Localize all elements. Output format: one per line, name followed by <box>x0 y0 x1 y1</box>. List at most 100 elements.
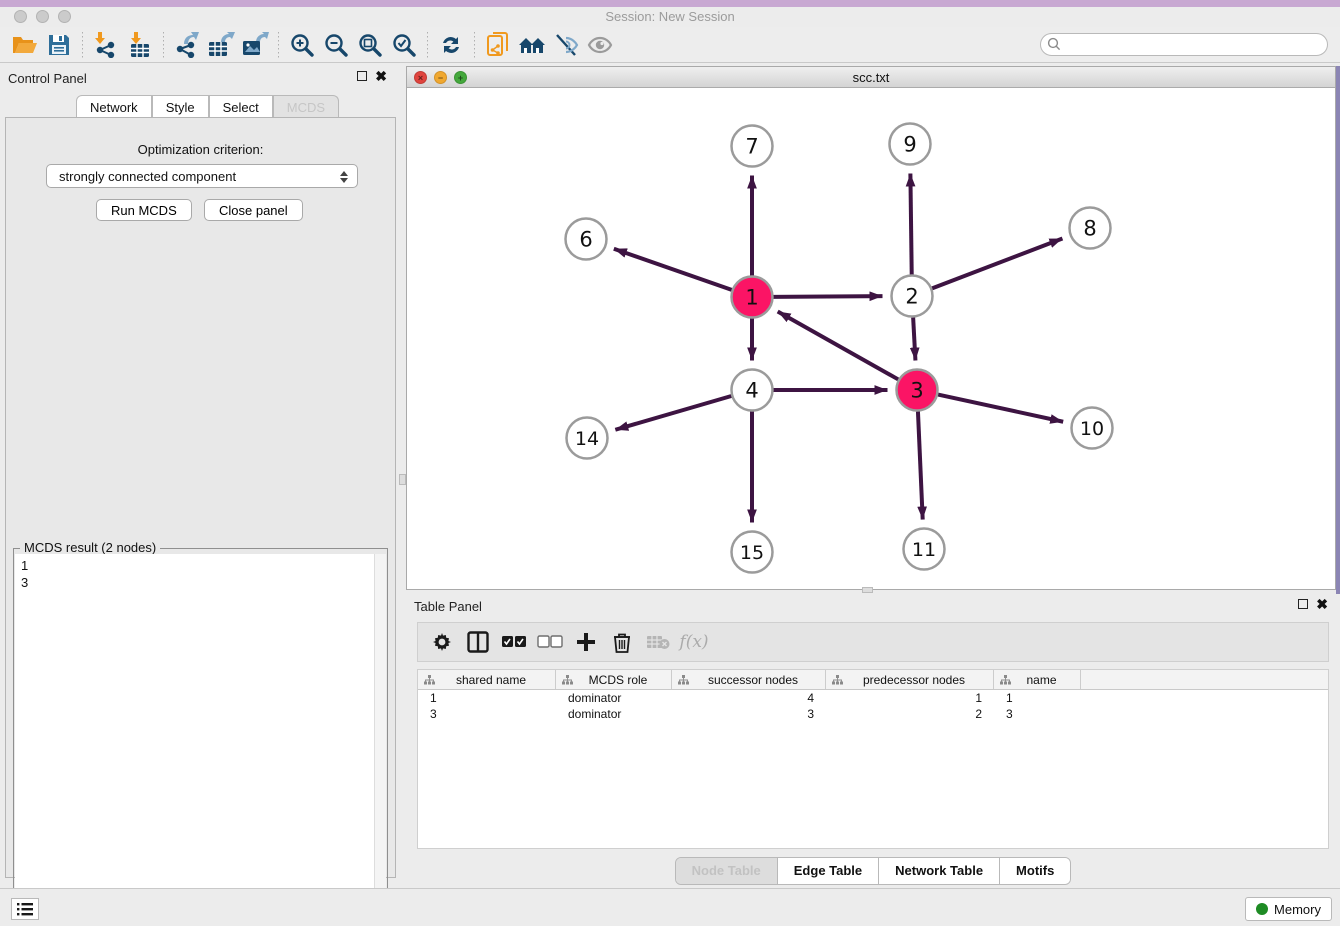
zoom-in-icon[interactable] <box>285 30 319 60</box>
delete-column-icon[interactable] <box>606 627 638 657</box>
table-cell[interactable]: dominator <box>556 690 672 706</box>
graph-node-label: 10 <box>1080 418 1104 440</box>
table-header-row: shared nameMCDS rolesuccessor nodesprede… <box>418 670 1328 690</box>
background-window-edge <box>1336 66 1340 595</box>
export-network-icon[interactable] <box>170 30 204 60</box>
delete-table-icon[interactable] <box>642 627 674 657</box>
float-panel-icon[interactable] <box>1298 599 1308 609</box>
mcds-result-list[interactable]: 1 3 <box>15 554 374 924</box>
save-session-icon[interactable] <box>42 30 76 60</box>
export-image-icon[interactable] <box>238 30 272 60</box>
tab-network-table[interactable]: Network Table <box>879 858 1000 884</box>
edge-1-6[interactable] <box>614 249 732 290</box>
edge-3-11[interactable] <box>918 411 923 519</box>
float-panel-icon[interactable] <box>357 71 367 81</box>
deselect-all-checkboxes-icon[interactable] <box>534 627 566 657</box>
application-window: Session: New Session <box>0 0 1340 926</box>
table-cell[interactable]: 3 <box>672 706 826 722</box>
table-cell[interactable]: dominator <box>556 706 672 722</box>
table-cell[interactable]: 1 <box>826 690 994 706</box>
edge-2-9[interactable] <box>910 173 911 274</box>
table-panel-buttons: ✖ <box>1298 599 1328 609</box>
edge-4-14[interactable] <box>615 396 731 430</box>
table-cell[interactable]: 2 <box>826 706 994 722</box>
export-table-icon[interactable] <box>204 30 238 60</box>
add-column-icon[interactable] <box>570 627 602 657</box>
import-network-icon[interactable] <box>89 30 123 60</box>
vertical-splitter-handle[interactable] <box>399 474 406 485</box>
run-mcds-button[interactable]: Run MCDS <box>96 199 192 221</box>
control-panel-titlebar: Control Panel ✖ <box>0 66 401 92</box>
column-header-successor-nodes[interactable]: successor nodes <box>672 670 826 689</box>
tab-style[interactable]: Style <box>152 95 209 118</box>
function-builder-icon[interactable]: f(x) <box>678 627 710 657</box>
table-row[interactable]: 1dominator411 <box>418 690 1328 706</box>
table-cell[interactable]: 1 <box>994 690 1081 706</box>
tab-edge-table[interactable]: Edge Table <box>778 858 879 884</box>
graph-node-label: 4 <box>745 379 758 403</box>
column-header-name[interactable]: name <box>994 670 1081 689</box>
table-cell[interactable]: 3 <box>418 706 556 722</box>
table-panel-tabs: Node Table Edge Table Network Table Moti… <box>406 856 1340 886</box>
optimization-criterion-value: strongly connected component <box>59 169 236 184</box>
task-history-button[interactable] <box>11 898 39 920</box>
select-all-checkboxes-icon[interactable] <box>498 627 530 657</box>
edge-2-8[interactable] <box>932 239 1062 289</box>
table-body: 1dominator4113dominator323 <box>418 690 1328 722</box>
search-input[interactable] <box>1040 33 1328 56</box>
hide-selected-icon[interactable] <box>549 30 583 60</box>
toolbar-separator <box>427 32 428 58</box>
close-panel-icon[interactable]: ✖ <box>375 71 387 81</box>
tab-network[interactable]: Network <box>76 95 152 118</box>
list-icon <box>17 903 33 916</box>
tab-mcds[interactable]: MCDS <box>273 95 339 118</box>
search-field-wrap <box>1040 33 1328 56</box>
open-file-icon[interactable] <box>8 30 42 60</box>
edge-2-3[interactable] <box>913 317 915 360</box>
new-network-from-selection-icon[interactable] <box>481 30 515 60</box>
table-cell[interactable]: 1 <box>418 690 556 706</box>
toolbar-separator <box>474 32 475 58</box>
edge-1-2[interactable] <box>773 296 882 297</box>
settings-icon[interactable] <box>426 627 458 657</box>
memory-button[interactable]: Memory <box>1245 897 1332 921</box>
close-panel-icon[interactable]: ✖ <box>1316 599 1328 609</box>
node-table[interactable]: shared nameMCDS rolesuccessor nodesprede… <box>417 669 1329 849</box>
column-layout-icon[interactable] <box>462 627 494 657</box>
table-panel-titlebar: Table Panel ✖ <box>406 594 1340 619</box>
network-window-titlebar[interactable]: × − + scc.txt <box>407 67 1335 88</box>
table-row[interactable]: 3dominator323 <box>418 706 1328 722</box>
table-cell[interactable]: 4 <box>672 690 826 706</box>
edge-3-10[interactable] <box>938 395 1063 422</box>
first-neighbors-icon[interactable] <box>515 30 549 60</box>
edge-3-1[interactable] <box>778 311 899 379</box>
horizontal-splitter-handle[interactable] <box>862 587 873 593</box>
tab-motifs[interactable]: Motifs <box>1000 858 1070 884</box>
column-type-icon <box>678 675 689 685</box>
column-header-shared-name[interactable]: shared name <box>418 670 556 689</box>
import-table-icon[interactable] <box>123 30 157 60</box>
show-all-icon[interactable] <box>583 30 617 60</box>
toolbar-separator <box>82 32 83 58</box>
zoom-fit-icon[interactable] <box>353 30 387 60</box>
zoom-out-icon[interactable] <box>319 30 353 60</box>
column-header-predecessor-nodes[interactable]: predecessor nodes <box>826 670 994 689</box>
close-panel-button[interactable]: Close panel <box>204 199 303 221</box>
mcds-result-scrollbar[interactable] <box>374 554 386 924</box>
search-icon <box>1047 37 1061 51</box>
table-cell[interactable]: 3 <box>994 706 1081 722</box>
optimization-criterion-select[interactable]: strongly connected component <box>46 164 358 188</box>
network-canvas[interactable]: 7968124314101511 <box>407 88 1335 589</box>
tab-node-table[interactable]: Node Table <box>676 858 778 884</box>
zoom-selected-icon[interactable] <box>387 30 421 60</box>
tab-select[interactable]: Select <box>209 95 273 118</box>
graph-node-label: 11 <box>912 539 936 561</box>
graph-node-label: 6 <box>579 228 592 252</box>
refresh-icon[interactable] <box>434 30 468 60</box>
background-window-edge <box>0 0 1340 7</box>
graph-node-label: 9 <box>903 133 916 157</box>
control-panel-buttons: ✖ <box>357 71 387 81</box>
column-header-MCDS-role[interactable]: MCDS role <box>556 670 672 689</box>
network-graph[interactable]: 7968124314101511 <box>407 88 1335 589</box>
graph-node-label: 1 <box>745 286 758 310</box>
